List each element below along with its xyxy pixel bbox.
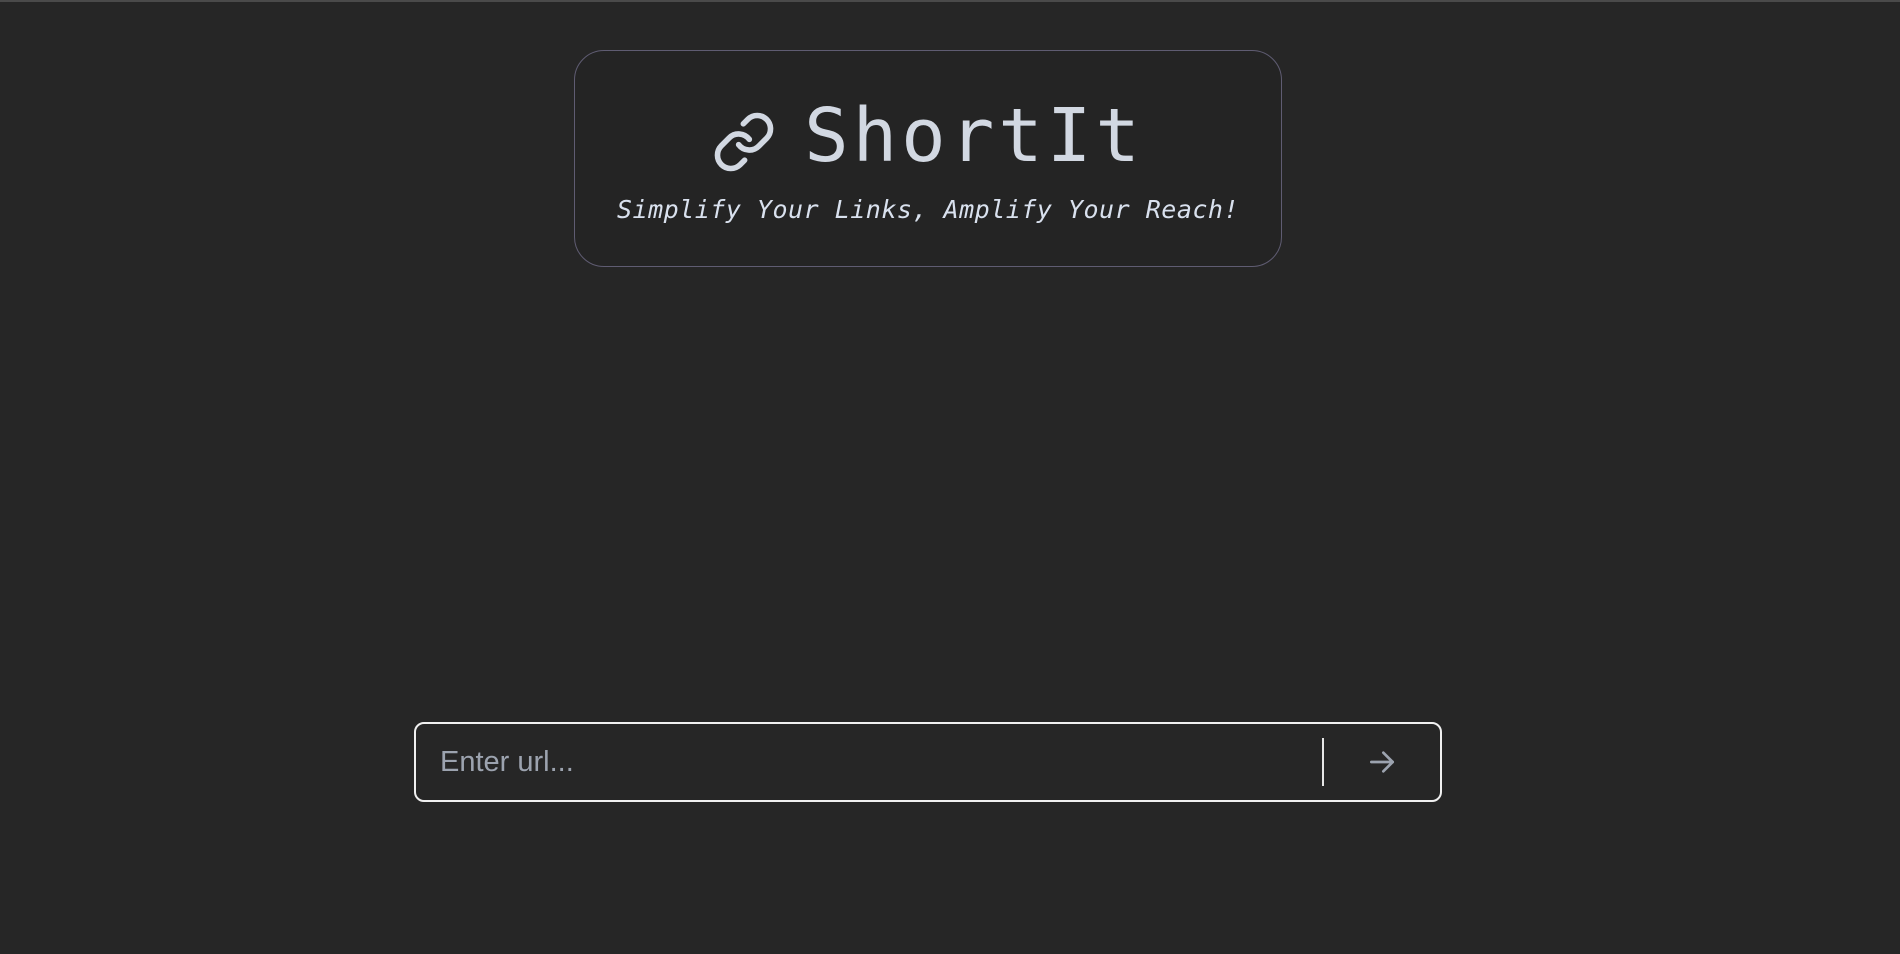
submit-button[interactable] bbox=[1324, 724, 1440, 800]
arrow-right-icon bbox=[1370, 751, 1394, 773]
header-card: ShortIt Simplify Your Links, Amplify You… bbox=[574, 50, 1282, 267]
link-icon bbox=[714, 112, 774, 172]
app-title: ShortIt bbox=[804, 93, 1144, 179]
window-top-border bbox=[0, 0, 1900, 2]
app-tagline: Simplify Your Links, Amplify Your Reach! bbox=[616, 195, 1240, 224]
url-input[interactable] bbox=[416, 724, 1322, 800]
title-row: ShortIt bbox=[575, 91, 1281, 181]
url-shorten-form bbox=[414, 722, 1442, 802]
